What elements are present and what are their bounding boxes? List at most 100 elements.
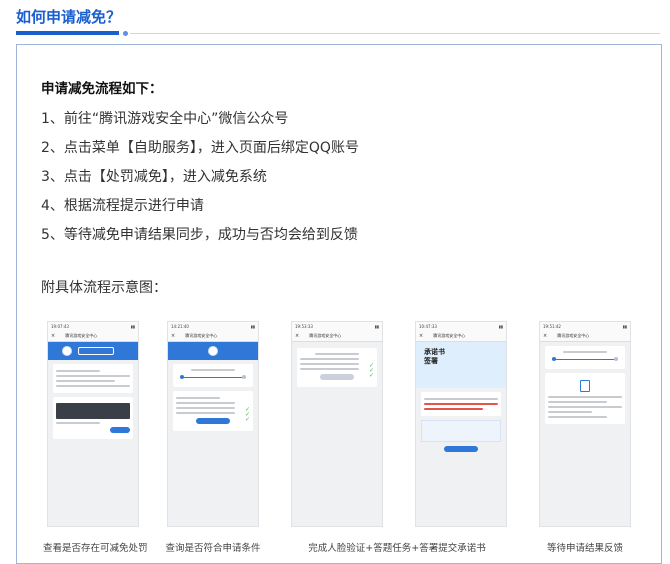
status-icons: ▮▮ — [498, 324, 503, 329]
submit-pledge-button-thumb — [444, 446, 478, 452]
title-bar: × 腾讯游戏安全中心 — [416, 331, 506, 342]
next-button-thumb — [196, 418, 230, 424]
avatar — [62, 346, 72, 356]
status-bar: 19:53:33 ▮▮ — [292, 322, 382, 331]
phone-screenshot-4: 10:47:33 ▮▮ × 腾讯游戏安全中心 承诺书 签署 — [415, 321, 507, 527]
status-time: 14:21:40 — [171, 324, 189, 329]
text-line — [548, 406, 622, 408]
text-line — [314, 353, 360, 355]
steps-list: 1、前往“腾讯游戏安全中心”微信公众号 2、点击菜单【自助服务】，进入页面后绑定… — [41, 105, 359, 250]
title-bar: × 腾讯游戏安全中心 — [48, 331, 138, 342]
profile-banner — [48, 342, 138, 360]
step-item: 5、等待减免申请结果同步，成功与否均会给到反馈 — [41, 227, 358, 243]
title-bar: × 腾讯游戏安全中心 — [292, 331, 382, 342]
warning-line — [424, 403, 498, 405]
phone-screenshot-1: 19:07:43 ▮▮ × 腾讯游戏安全中心 — [47, 321, 139, 527]
close-icon: × — [295, 333, 300, 339]
text-line — [176, 412, 236, 414]
apply-button-thumb — [110, 427, 130, 433]
progress-timeline — [552, 357, 618, 361]
caption-3: 完成人脸验证+答题任务+答署提交承诺书 — [308, 543, 486, 554]
check-icon: ✓ — [368, 372, 374, 379]
text-line — [176, 397, 221, 399]
pledge-card — [421, 392, 501, 416]
text-line — [300, 368, 360, 370]
text-line — [300, 358, 360, 360]
text-line — [548, 401, 608, 403]
phone-screenshot-5: 19:51:42 ▮▮ × 腾讯游戏安全中心 — [539, 321, 631, 527]
progress-card — [545, 346, 625, 369]
status-icons: ▮▮ — [250, 324, 255, 329]
status-time: 10:47:33 — [419, 324, 437, 329]
text-line — [56, 385, 130, 387]
text-line — [548, 396, 622, 398]
heading-dot — [123, 31, 128, 36]
step-item: 3、点击【处罚减免】，进入减免系统 — [41, 169, 267, 185]
tasks-card: ✓ ✓ ✓ — [297, 348, 377, 387]
pledge-hero: 承诺书 签署 — [416, 342, 506, 388]
pledge-textarea — [421, 420, 501, 442]
heading-underline — [16, 31, 119, 35]
bind-pill — [78, 347, 114, 355]
status-icons: ▮▮ — [374, 324, 379, 329]
app-title: 腾讯游戏安全中心 — [557, 333, 590, 338]
text-line — [176, 402, 236, 404]
status-time: 19:51:42 — [543, 324, 561, 329]
text-line — [548, 411, 593, 413]
close-icon: × — [171, 333, 176, 339]
result-card — [545, 373, 625, 424]
progress-card — [173, 364, 253, 387]
penalty-card — [53, 397, 133, 439]
title-bar: × 腾讯游戏安全中心 — [540, 331, 630, 342]
app-title: 腾讯游戏安全中心 — [433, 333, 466, 338]
caption-1: 查看是否存在可减免处罚 — [43, 543, 148, 554]
section-heading: 如何申请减免？ — [16, 8, 122, 26]
content-panel: 申请减免流程如下： 1、前往“腾讯游戏安全中心”微信公众号 2、点击菜单【自助服… — [16, 44, 662, 564]
app-title: 腾讯游戏安全中心 — [65, 333, 98, 338]
progress-timeline — [180, 375, 246, 379]
text-line — [548, 416, 608, 418]
heading-divider — [130, 33, 660, 34]
text-line — [56, 422, 101, 424]
process-title: 申请减免流程如下： — [41, 81, 163, 97]
profile-banner — [168, 342, 258, 360]
text-line — [190, 369, 236, 371]
text-line — [56, 380, 116, 382]
text-line — [176, 407, 236, 409]
status-bar: 19:51:42 ▮▮ — [540, 322, 630, 331]
text-line — [300, 363, 360, 365]
caption-2: 查询是否符合申请条件 — [165, 543, 261, 554]
step-item: 1、前往“腾讯游戏安全中心”微信公众号 — [41, 111, 289, 127]
step-item: 4、根据流程提示进行申请 — [41, 198, 204, 214]
info-card — [53, 364, 133, 393]
diagram-title: 附具体流程示意图： — [41, 280, 167, 296]
close-icon: × — [419, 333, 424, 339]
phone-screenshot-2: 14:21:40 ▮▮ × 腾讯游戏安全中心 ✓ ✓ ✓ — [167, 321, 259, 527]
status-icons: ▮▮ — [622, 324, 627, 329]
step-item: 2、点击菜单【自助服务】，进入页面后绑定QQ账号 — [41, 140, 359, 156]
text-line — [562, 351, 608, 353]
app-title: 腾讯游戏安全中心 — [185, 333, 218, 338]
status-time: 19:53:33 — [295, 324, 313, 329]
caption-4: 等待申请结果反馈 — [546, 543, 623, 554]
status-bar: 19:07:43 ▮▮ — [48, 322, 138, 331]
document-icon — [580, 380, 590, 392]
title-bar: × 腾讯游戏安全中心 — [168, 331, 258, 342]
check-icon: ✓ — [244, 416, 250, 423]
close-icon: × — [51, 333, 56, 339]
close-icon: × — [543, 333, 548, 339]
status-bar: 14:21:40 ▮▮ — [168, 322, 258, 331]
submit-button-thumb — [320, 374, 354, 380]
avatar — [208, 346, 218, 356]
text-line — [56, 370, 101, 372]
game-banner — [56, 403, 130, 419]
text-line — [56, 375, 130, 377]
conditions-card: ✓ ✓ ✓ — [173, 391, 253, 431]
app-title: 腾讯游戏安全中心 — [309, 333, 342, 338]
status-icons: ▮▮ — [130, 324, 135, 329]
warning-line — [424, 408, 484, 410]
status-time: 19:07:43 — [51, 324, 69, 329]
status-bar: 10:47:33 ▮▮ — [416, 322, 506, 331]
text-line — [424, 398, 498, 400]
phone-screenshot-3: 19:53:33 ▮▮ × 腾讯游戏安全中心 ✓ ✓ ✓ — [291, 321, 383, 527]
